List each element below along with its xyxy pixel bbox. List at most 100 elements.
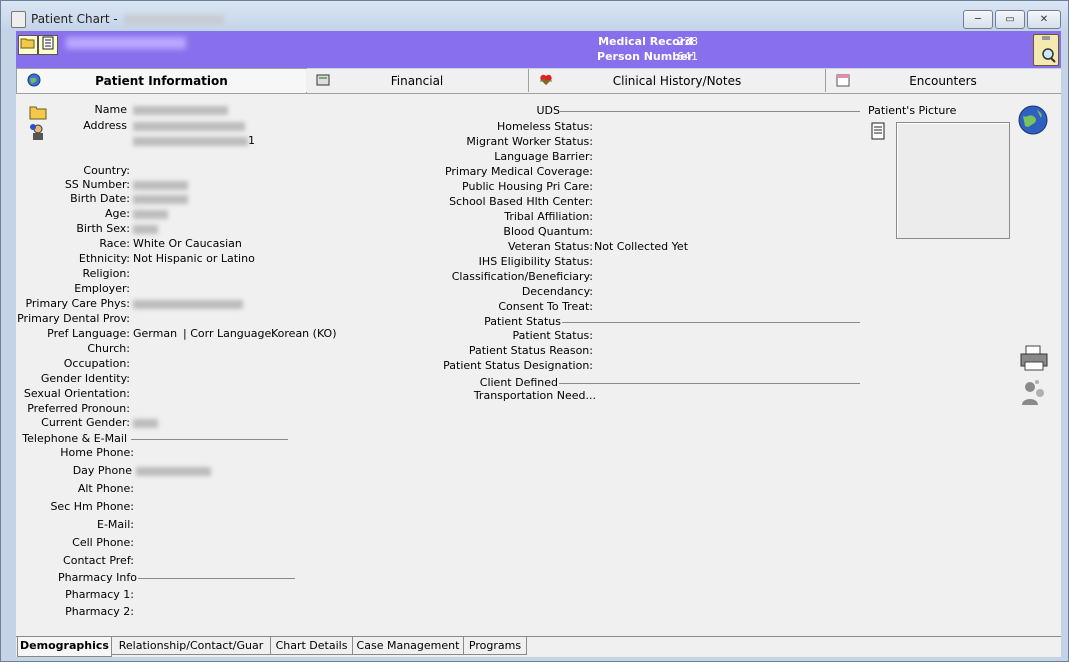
tab-encounters[interactable]: Encounters [826,69,1060,92]
name-value [133,103,228,116]
pharmacy-section-divider [138,578,295,579]
tab-demographics[interactable]: Demographics [17,637,112,657]
contact-pref-label: Contact Pref: [63,554,134,567]
address-line2: 1 [133,134,255,147]
pref-language-value: German [133,327,178,340]
uds-section-label: UDS [536,104,560,117]
close-button[interactable]: ✕ [1027,10,1061,29]
corr-language-value: Korean (KO) [271,327,337,340]
pronoun-label: Preferred Pronoun: [27,402,130,415]
public-housing-label: Public Housing Pri Care: [462,180,593,193]
patient-picture-box[interactable] [896,122,1010,239]
current-gender-label: Current Gender: [41,416,130,429]
day-phone-label: Day Phone [72,464,132,477]
tab-chart-details[interactable]: Chart Details [270,637,353,655]
maximize-button[interactable]: ▭ [995,10,1025,29]
ihs-label: IHS Eligibility Status: [478,255,593,268]
birth-date-label: Birth Date: [70,192,130,205]
uds-section-divider [560,111,860,112]
birth-sex-value [133,222,158,235]
tab-financial[interactable]: Financial [306,69,529,92]
home-phone-label: Home Phone: [60,446,134,459]
sec-phone-label: Sec Hm Phone: [50,500,134,513]
ssn-label: SS Number: [64,178,130,191]
school-label: School Based Hlth Center: [449,195,593,208]
age-label: Age: [105,207,130,220]
dental-label: Primary Dental Prov: [17,312,130,325]
birth-sex-label: Birth Sex: [76,222,130,235]
sexual-orientation-label: Sexual Orientation: [23,387,130,400]
day-phone-value [136,464,211,477]
tribal-label: Tribal Affiliation: [504,210,593,223]
tab-patient-information[interactable]: Patient Information [16,68,307,93]
address-label: Address [83,119,127,132]
window-title: Patient Chart - [31,12,224,26]
alt-phone-label: Alt Phone: [77,482,134,495]
decendancy-label: Decendancy: [521,285,593,298]
open-folder-icon[interactable] [18,35,38,55]
language-barrier-label: Language Barrier: [494,150,593,163]
occupation-label: Occupation: [63,357,130,370]
race-value: White Or Caucasian [133,237,242,250]
tab-case-management[interactable]: Case Management [352,637,464,655]
cell-phone-label: Cell Phone: [72,536,134,549]
pcp-label: Primary Care Phys: [25,297,130,310]
age-value [133,207,168,220]
medical-record-value: 238 [677,35,698,48]
pref-language-label: Pref Language: [47,327,130,340]
main-tabs: Patient Information Financial Clinical H… [16,68,1061,94]
patient-status-reason-label: Patient Status Reason: [468,344,593,357]
client-defined-divider [559,383,860,384]
title-patient-name-redacted [123,14,224,25]
tab-programs[interactable]: Programs [463,637,527,655]
patient-info-panel: Name Address 1 Country: SS Number: Birth… [16,94,1061,636]
consent-label: Consent To Treat: [498,300,593,313]
church-label: Church: [87,342,130,355]
printer-icon[interactable] [1018,344,1050,372]
notes-icon[interactable] [869,122,887,140]
person-number-value: 641 [677,50,698,63]
window-title-text: Patient Chart - [31,12,118,26]
transportation-label[interactable]: Transportation Need... [474,389,596,402]
open-folder-icon[interactable] [29,103,47,121]
patient-status-section-label: Patient Status [484,315,561,328]
email-label: E-Mail: [97,518,134,531]
client-defined-section-label: Client Defined [479,376,558,389]
patient-header: Medical Record 238 Person Number 641 [16,31,1061,68]
patient-name-redacted [66,37,186,49]
religion-label: Religion: [82,267,130,280]
people-icon[interactable] [1020,379,1048,407]
veteran-label: Veteran Status: [507,240,593,253]
clipboard-icon [11,11,26,28]
gender-identity-label: Gender Identity: [40,372,130,385]
patient-chart-window: Patient Chart - ─ ▭ ✕ Medical Record 238… [0,0,1069,662]
primary-medical-label: Primary Medical Coverage: [444,165,593,178]
minimize-button[interactable]: ─ [963,10,993,29]
telephone-section-divider [131,439,288,440]
notes-icon[interactable] [38,35,58,55]
race-label: Race: [99,237,130,250]
birth-date-value [133,192,188,205]
homeless-label: Homeless Status: [496,120,593,133]
pcp-value [133,297,243,310]
tab-label: Financial [390,74,444,88]
address-suffix: 1 [248,134,255,147]
name-label: Name [94,103,127,116]
employer-label: Employer: [74,282,130,295]
globe-icon[interactable] [1017,104,1049,136]
telephone-section-label: Telephone & E-Mail [22,432,127,445]
patient-status-label: Patient Status: [512,329,593,342]
blood-label: Blood Quantum: [503,225,593,238]
person-info-icon[interactable] [29,123,47,141]
classification-label: Classification/Beneficiary: [451,270,593,283]
tab-clinical-history[interactable]: Clinical History/Notes [529,69,826,92]
patient-picture-label: Patient's Picture [868,104,957,117]
patient-status-designation-label: Patient Status Designation: [443,359,593,372]
tab-relationship-contact-guar[interactable]: Relationship/Contact/Guar [111,637,271,655]
current-gender-value [133,416,158,429]
tab-label: Patient Information [95,74,228,88]
pharmacy1-label: Pharmacy 1: [65,588,134,601]
clipboard-search-icon[interactable] [1033,34,1059,66]
patient-status-divider [562,322,860,323]
tab-label: Clinical History/Notes [612,74,742,88]
